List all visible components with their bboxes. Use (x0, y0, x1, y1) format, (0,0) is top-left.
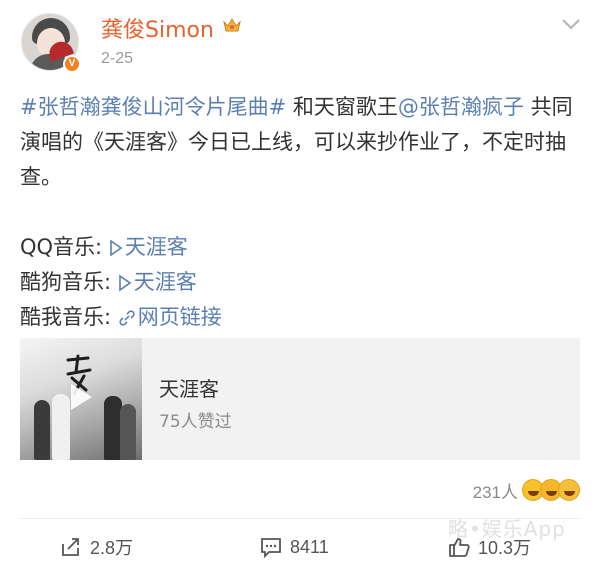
post-text: #张哲瀚龚俊山河令片尾曲# 和天窗歌王@张哲瀚疯子 共同演唱的《天涯客》今日已上… (20, 90, 585, 195)
link-icon (119, 310, 135, 326)
repost-button[interactable]: 2.8万 (60, 533, 133, 561)
like-button[interactable]: 10.3万 (448, 533, 531, 561)
play-icon (118, 274, 132, 292)
repost-icon (62, 538, 79, 556)
hashtag-link[interactable]: #张哲瀚龚俊山河令片尾曲# (20, 95, 286, 119)
card-title: 天涯客 (159, 377, 219, 401)
divider (20, 518, 580, 519)
comment-count: 8411 (290, 536, 329, 557)
thumbs-up-icon (449, 538, 470, 557)
music-link-label: 酷狗音乐: (20, 270, 118, 294)
username[interactable]: 龚俊Simon (101, 12, 214, 44)
link-text: 天涯客 (133, 270, 197, 294)
comment-icon (261, 538, 281, 558)
comment-button[interactable]: 8411 (260, 533, 329, 561)
music-link-row: QQ音乐: 天涯客 (20, 230, 585, 265)
kuwo-music-link[interactable]: 网页链接 (118, 305, 222, 329)
post-text-segment: 和天窗歌王 (286, 95, 398, 119)
card-like-count: 75人赞过 (159, 412, 232, 432)
post-header: V 龚俊Simon 2-25 (0, 0, 600, 80)
avatar[interactable]: V (21, 13, 81, 73)
play-icon[interactable] (68, 382, 94, 412)
music-card[interactable]: 天涯客 75人赞过 (20, 338, 580, 460)
post-time: 2-25 (101, 50, 134, 67)
repost-count: 2.8万 (90, 538, 134, 558)
qq-music-link[interactable]: 天涯客 (109, 235, 188, 259)
chevron-down-icon[interactable] (560, 16, 582, 32)
link-text: 网页链接 (137, 305, 222, 329)
crown-icon (223, 17, 241, 32)
music-link-row: 酷我音乐: 网页链接 (20, 300, 585, 335)
music-link-row: 酷狗音乐: 天涯客 (20, 265, 585, 300)
like-count: 10.3万 (478, 538, 532, 558)
verified-badge-icon: V (63, 55, 81, 73)
link-text: 天涯客 (124, 235, 188, 259)
post-content: #张哲瀚龚俊山河令片尾曲# 和天窗歌王@张哲瀚疯子 共同演唱的《天涯客》今日已上… (20, 90, 585, 335)
mention-link[interactable]: @张哲瀚疯子 (398, 95, 524, 119)
album-thumbnail (20, 338, 142, 460)
kugou-music-link[interactable]: 天涯客 (118, 270, 197, 294)
music-link-label: 酷我音乐: (20, 305, 118, 329)
surprised-emoji-icon (558, 479, 580, 501)
music-link-label: QQ音乐: (20, 235, 109, 259)
reactions-bar[interactable]: 231人 (473, 475, 580, 505)
play-icon (110, 239, 123, 257)
reaction-count: 231人 (472, 482, 518, 502)
action-bar: 2.8万 8411 10.3万 (0, 525, 600, 569)
